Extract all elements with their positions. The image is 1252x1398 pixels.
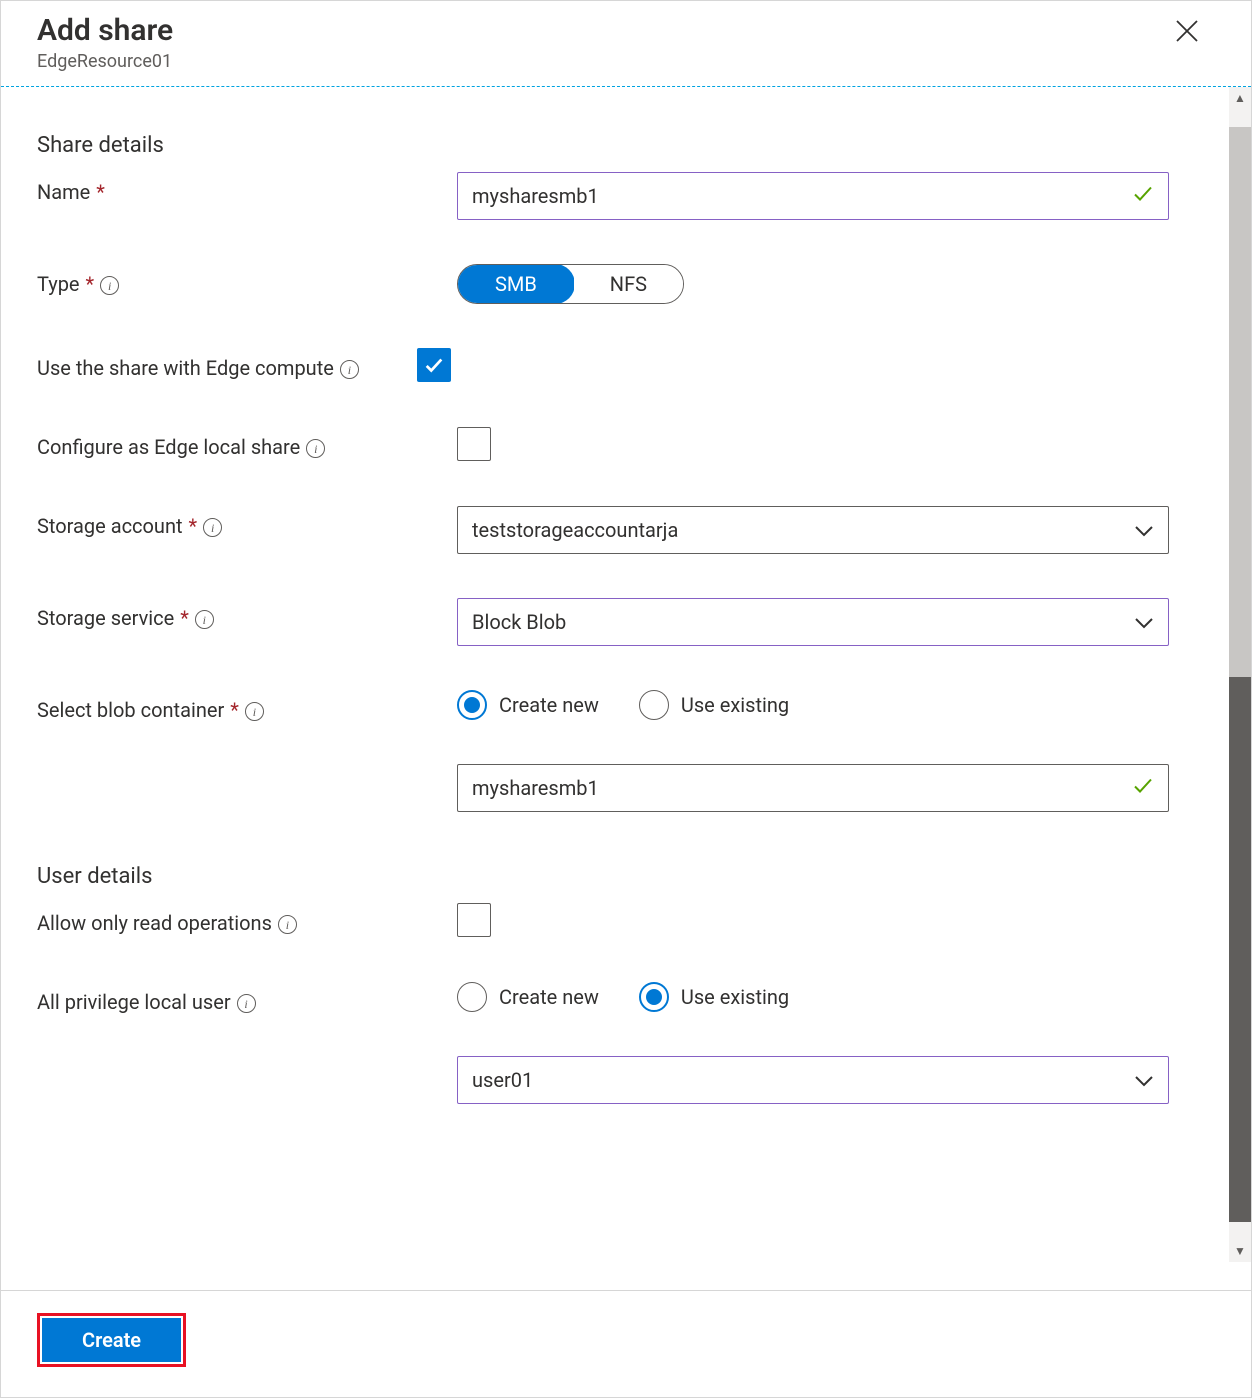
panel-header: Add share EdgeResource01	[1, 1, 1251, 80]
storage-service-select[interactable]: Block Blob	[457, 598, 1169, 646]
scrollbar-thumb-active[interactable]	[1229, 677, 1251, 1222]
storage-service-value: Block Blob	[472, 610, 566, 634]
storage-service-label: Storage service * i	[37, 598, 457, 633]
configure-local-label: Configure as Edge local share i	[37, 427, 457, 462]
privilege-user-label: All privilege local user i	[37, 982, 457, 1017]
info-icon[interactable]: i	[237, 994, 256, 1013]
allow-read-checkbox[interactable]	[457, 903, 491, 937]
user-use-existing-radio[interactable]: Use existing	[639, 982, 789, 1012]
panel-title: Add share	[37, 13, 1215, 49]
edge-compute-label: Use the share with Edge compute i	[37, 348, 417, 383]
section-user-details: User details	[37, 864, 1193, 889]
required-indicator: *	[189, 512, 198, 541]
chevron-down-icon	[1134, 518, 1154, 542]
chevron-down-icon	[1134, 610, 1154, 634]
type-option-nfs[interactable]: NFS	[574, 265, 683, 303]
create-button[interactable]: Create	[42, 1318, 181, 1362]
required-indicator: *	[230, 696, 239, 725]
close-button[interactable]	[1171, 15, 1203, 47]
required-indicator: *	[180, 604, 189, 633]
configure-local-checkbox[interactable]	[457, 427, 491, 461]
info-icon[interactable]: i	[278, 915, 297, 934]
scroll-area: ▲ ▼ Share details Name * Type * i	[1, 87, 1251, 1262]
required-indicator: *	[96, 178, 105, 207]
blob-container-label: Select blob container * i	[37, 690, 457, 725]
section-share-details: Share details	[37, 133, 1193, 158]
close-icon	[1174, 18, 1200, 44]
create-button-highlight: Create	[37, 1313, 186, 1367]
info-icon[interactable]: i	[306, 439, 325, 458]
panel-subtitle: EdgeResource01	[37, 51, 1215, 72]
privilege-user-select[interactable]: user01	[457, 1056, 1169, 1104]
storage-account-value: teststorageaccountarja	[472, 518, 678, 542]
info-icon[interactable]: i	[100, 276, 119, 295]
footer: Create	[1, 1290, 1251, 1397]
storage-account-label: Storage account * i	[37, 506, 457, 541]
user-create-new-radio[interactable]: Create new	[457, 982, 599, 1012]
scrollbar-thumb[interactable]	[1229, 127, 1251, 677]
type-label: Type * i	[37, 264, 457, 299]
name-input[interactable]	[457, 172, 1169, 220]
form-content: Share details Name * Type * i SMB	[1, 87, 1251, 1154]
valid-check-icon	[1131, 182, 1155, 211]
valid-check-icon	[1131, 774, 1155, 803]
info-icon[interactable]: i	[203, 518, 222, 537]
info-icon[interactable]: i	[195, 610, 214, 629]
type-toggle: SMB NFS	[457, 264, 684, 304]
type-option-smb[interactable]: SMB	[457, 264, 575, 304]
blob-container-input[interactable]	[457, 764, 1169, 812]
chevron-down-icon	[1134, 1068, 1154, 1092]
name-label: Name *	[37, 172, 457, 207]
storage-account-select[interactable]: teststorageaccountarja	[457, 506, 1169, 554]
info-icon[interactable]: i	[340, 360, 359, 379]
scrollbar[interactable]: ▲ ▼	[1229, 87, 1251, 1262]
scrollbar-up-icon[interactable]: ▲	[1229, 87, 1251, 109]
required-indicator: *	[86, 270, 95, 299]
info-icon[interactable]: i	[245, 702, 264, 721]
blob-create-new-radio[interactable]: Create new	[457, 690, 599, 720]
scrollbar-down-icon[interactable]: ▼	[1229, 1240, 1251, 1262]
allow-read-label: Allow only read operations i	[37, 903, 457, 938]
blob-use-existing-radio[interactable]: Use existing	[639, 690, 789, 720]
edge-compute-checkbox[interactable]	[417, 348, 451, 382]
privilege-user-value: user01	[472, 1068, 533, 1092]
